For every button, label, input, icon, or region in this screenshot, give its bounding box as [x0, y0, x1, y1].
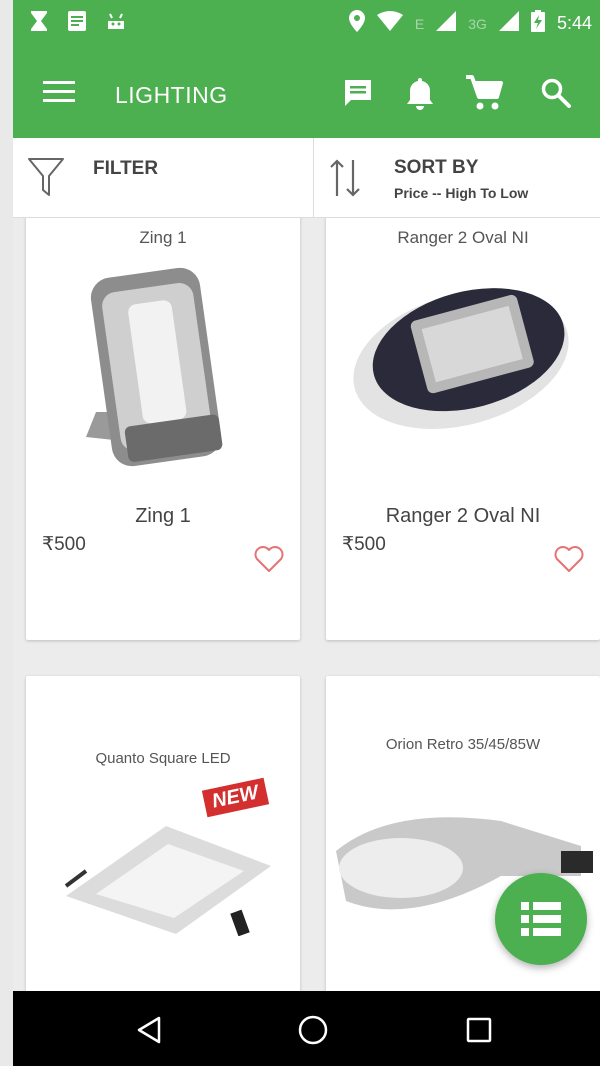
- network-e-label: E: [414, 15, 425, 32]
- network-3g-label: 3G: [468, 15, 487, 32]
- product-image-caption: Quanto Square LED: [95, 750, 231, 767]
- app-bar: LIGHTING: [13, 48, 600, 138]
- wifi-icon: [376, 11, 403, 36]
- hourglass-icon: [29, 10, 49, 37]
- page-title: LIGHTING: [115, 82, 228, 108]
- bell-icon[interactable]: [399, 72, 441, 114]
- location-icon: [348, 10, 365, 37]
- product-name: Zing 1: [135, 505, 191, 527]
- product-name: Ranger 2 Oval NI: [385, 505, 541, 527]
- product-price: ₹500: [42, 534, 86, 555]
- back-icon[interactable]: [129, 1010, 169, 1050]
- product-card[interactable]: Ranger 2 Oval NI Ranger 2 Oval NI ₹500: [326, 218, 600, 640]
- sort-button[interactable]: SORT BY Price -- High To Low: [313, 138, 600, 218]
- product-card[interactable]: Zing 1 Zing 1 ₹500: [26, 218, 300, 640]
- app-screen: E 3G 5:44 LIGHTING FILTER SORT BY Price …: [13, 0, 600, 1066]
- filter-label: FILTER: [93, 158, 159, 179]
- product-image-caption: Zing 1: [139, 228, 187, 247]
- product-image-caption: Orion Retro 35/45/85W: [385, 736, 541, 753]
- search-icon[interactable]: [535, 72, 577, 114]
- list-icon: [521, 902, 561, 936]
- left-edge: [0, 0, 13, 1066]
- cart-icon[interactable]: [463, 72, 505, 114]
- new-badge: NEW: [201, 777, 269, 818]
- recents-icon[interactable]: [459, 1010, 499, 1050]
- product-image-caption: Ranger 2 Oval NI: [397, 228, 529, 247]
- list-view-fab[interactable]: [495, 873, 587, 965]
- signal-icon: [436, 11, 457, 36]
- menu-icon[interactable]: [43, 81, 75, 105]
- favorite-heart-icon[interactable]: [254, 545, 284, 573]
- product-image: [353, 288, 569, 429]
- clock: 5:44: [556, 13, 592, 33]
- battery-charging-icon: [530, 10, 545, 37]
- sort-icon: [328, 158, 364, 203]
- home-icon[interactable]: [293, 1010, 333, 1050]
- product-card[interactable]: Quanto Square LED NEW: [26, 676, 300, 991]
- product-image: [86, 267, 223, 467]
- sort-label: SORT BY: [394, 157, 479, 178]
- product-grid: Zing 1 Zing 1 ₹500 Ranger 2 Oval NI Rang…: [13, 218, 600, 991]
- sort-value: Price -- High To Low: [394, 185, 529, 201]
- product-price: ₹500: [342, 534, 386, 555]
- filter-button[interactable]: FILTER: [13, 138, 313, 218]
- signal-icon-2: [498, 11, 519, 36]
- filter-icon: [27, 156, 65, 203]
- product-image: [64, 826, 271, 936]
- notes-icon: [67, 10, 87, 37]
- favorite-heart-icon[interactable]: [554, 545, 584, 573]
- android-icon: [105, 11, 127, 36]
- chat-icon[interactable]: [337, 72, 379, 114]
- filter-sort-bar: FILTER SORT BY Price -- High To Low: [13, 138, 600, 218]
- status-bar: E 3G 5:44: [13, 0, 600, 48]
- system-nav-bar: [13, 991, 600, 1066]
